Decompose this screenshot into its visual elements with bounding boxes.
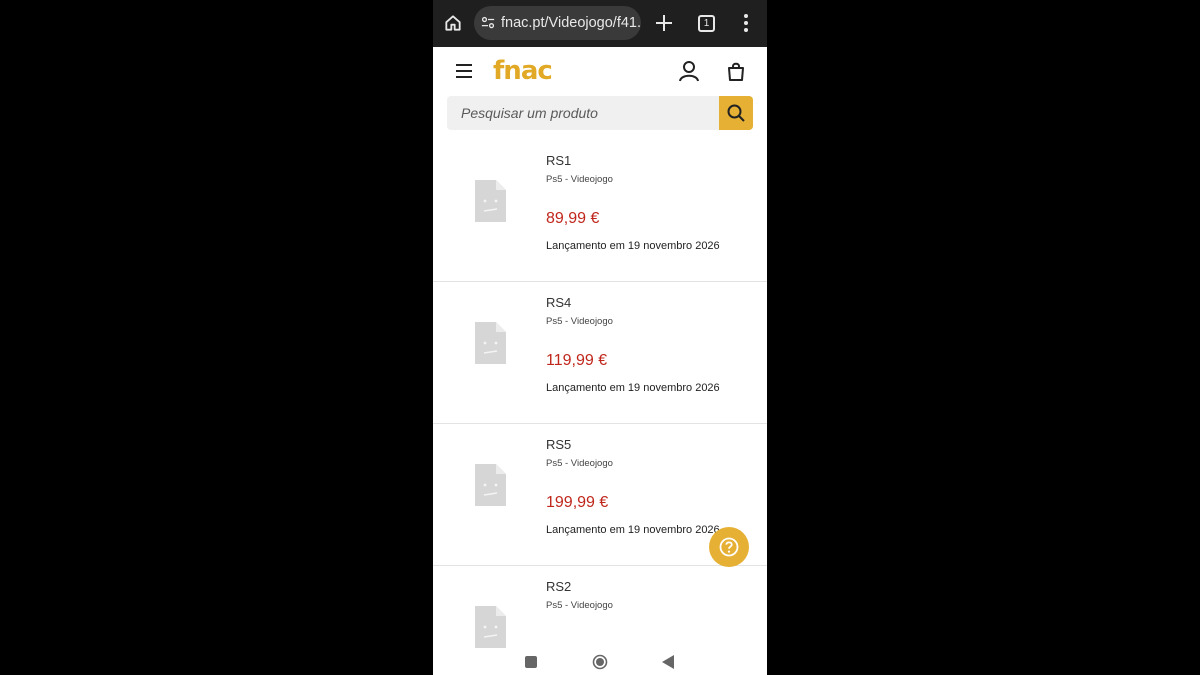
address-bar[interactable]: fnac.pt/Videojogo/f41...: [474, 6, 641, 40]
url-text: fnac.pt/Videojogo/f41...: [501, 15, 641, 31]
home-icon[interactable]: [443, 13, 463, 33]
release-date: Lançamento em 19 novembro 2026: [546, 240, 720, 252]
product-item[interactable]: RS4 Ps5 - Videojogo 119,99 € Lançamento …: [433, 282, 767, 424]
release-date: Lançamento em 19 novembro 2026: [546, 524, 720, 536]
product-item[interactable]: RS1 Ps5 - Videojogo 89,99 € Lançamento e…: [433, 140, 767, 282]
site-settings-icon[interactable]: [481, 16, 495, 30]
menu-icon[interactable]: [455, 63, 473, 79]
phone-screen: fnac.pt/Videojogo/f41... 1 fnac Pesquisa…: [433, 0, 767, 675]
release-date: Lançamento em 19 novembro 2026: [546, 382, 720, 394]
product-category: Ps5 - Videojogo: [546, 316, 613, 327]
search-input[interactable]: [447, 96, 719, 130]
back-icon[interactable]: [662, 655, 675, 669]
product-name[interactable]: RS2: [546, 579, 571, 594]
tabs-icon[interactable]: 1: [698, 15, 715, 32]
help-icon: [719, 537, 739, 557]
account-icon[interactable]: [678, 60, 700, 82]
image-placeholder-icon: [475, 606, 506, 648]
product-price: 199,99 €: [546, 494, 609, 511]
product-category: Ps5 - Videojogo: [546, 600, 613, 611]
product-category: Ps5 - Videojogo: [546, 174, 613, 185]
plus-icon[interactable]: [654, 13, 674, 33]
cart-icon[interactable]: [726, 61, 746, 81]
product-name[interactable]: RS4: [546, 295, 571, 310]
image-placeholder-icon: [475, 464, 506, 506]
product-name[interactable]: RS5: [546, 437, 571, 452]
browser-toolbar: fnac.pt/Videojogo/f41... 1: [433, 0, 767, 47]
search-field: [447, 96, 719, 130]
search-icon: [727, 104, 745, 122]
image-placeholder-icon: [475, 322, 506, 364]
recent-apps-button[interactable]: [525, 656, 537, 668]
product-price: 119,99 €: [546, 352, 608, 369]
product-category: Ps5 - Videojogo: [546, 458, 613, 469]
system-nav-bar: [433, 648, 767, 675]
help-button[interactable]: [709, 527, 749, 567]
fnac-logo[interactable]: fnac: [493, 56, 553, 86]
product-price: 89,99 €: [546, 210, 600, 227]
product-name[interactable]: RS1: [546, 153, 571, 168]
home-circle-icon[interactable]: [592, 654, 608, 670]
search-button[interactable]: [719, 96, 753, 130]
image-placeholder-icon: [475, 180, 506, 222]
more-vert-icon[interactable]: [739, 13, 753, 33]
product-list: RS1 Ps5 - Videojogo 89,99 € Lançamento e…: [433, 140, 767, 675]
